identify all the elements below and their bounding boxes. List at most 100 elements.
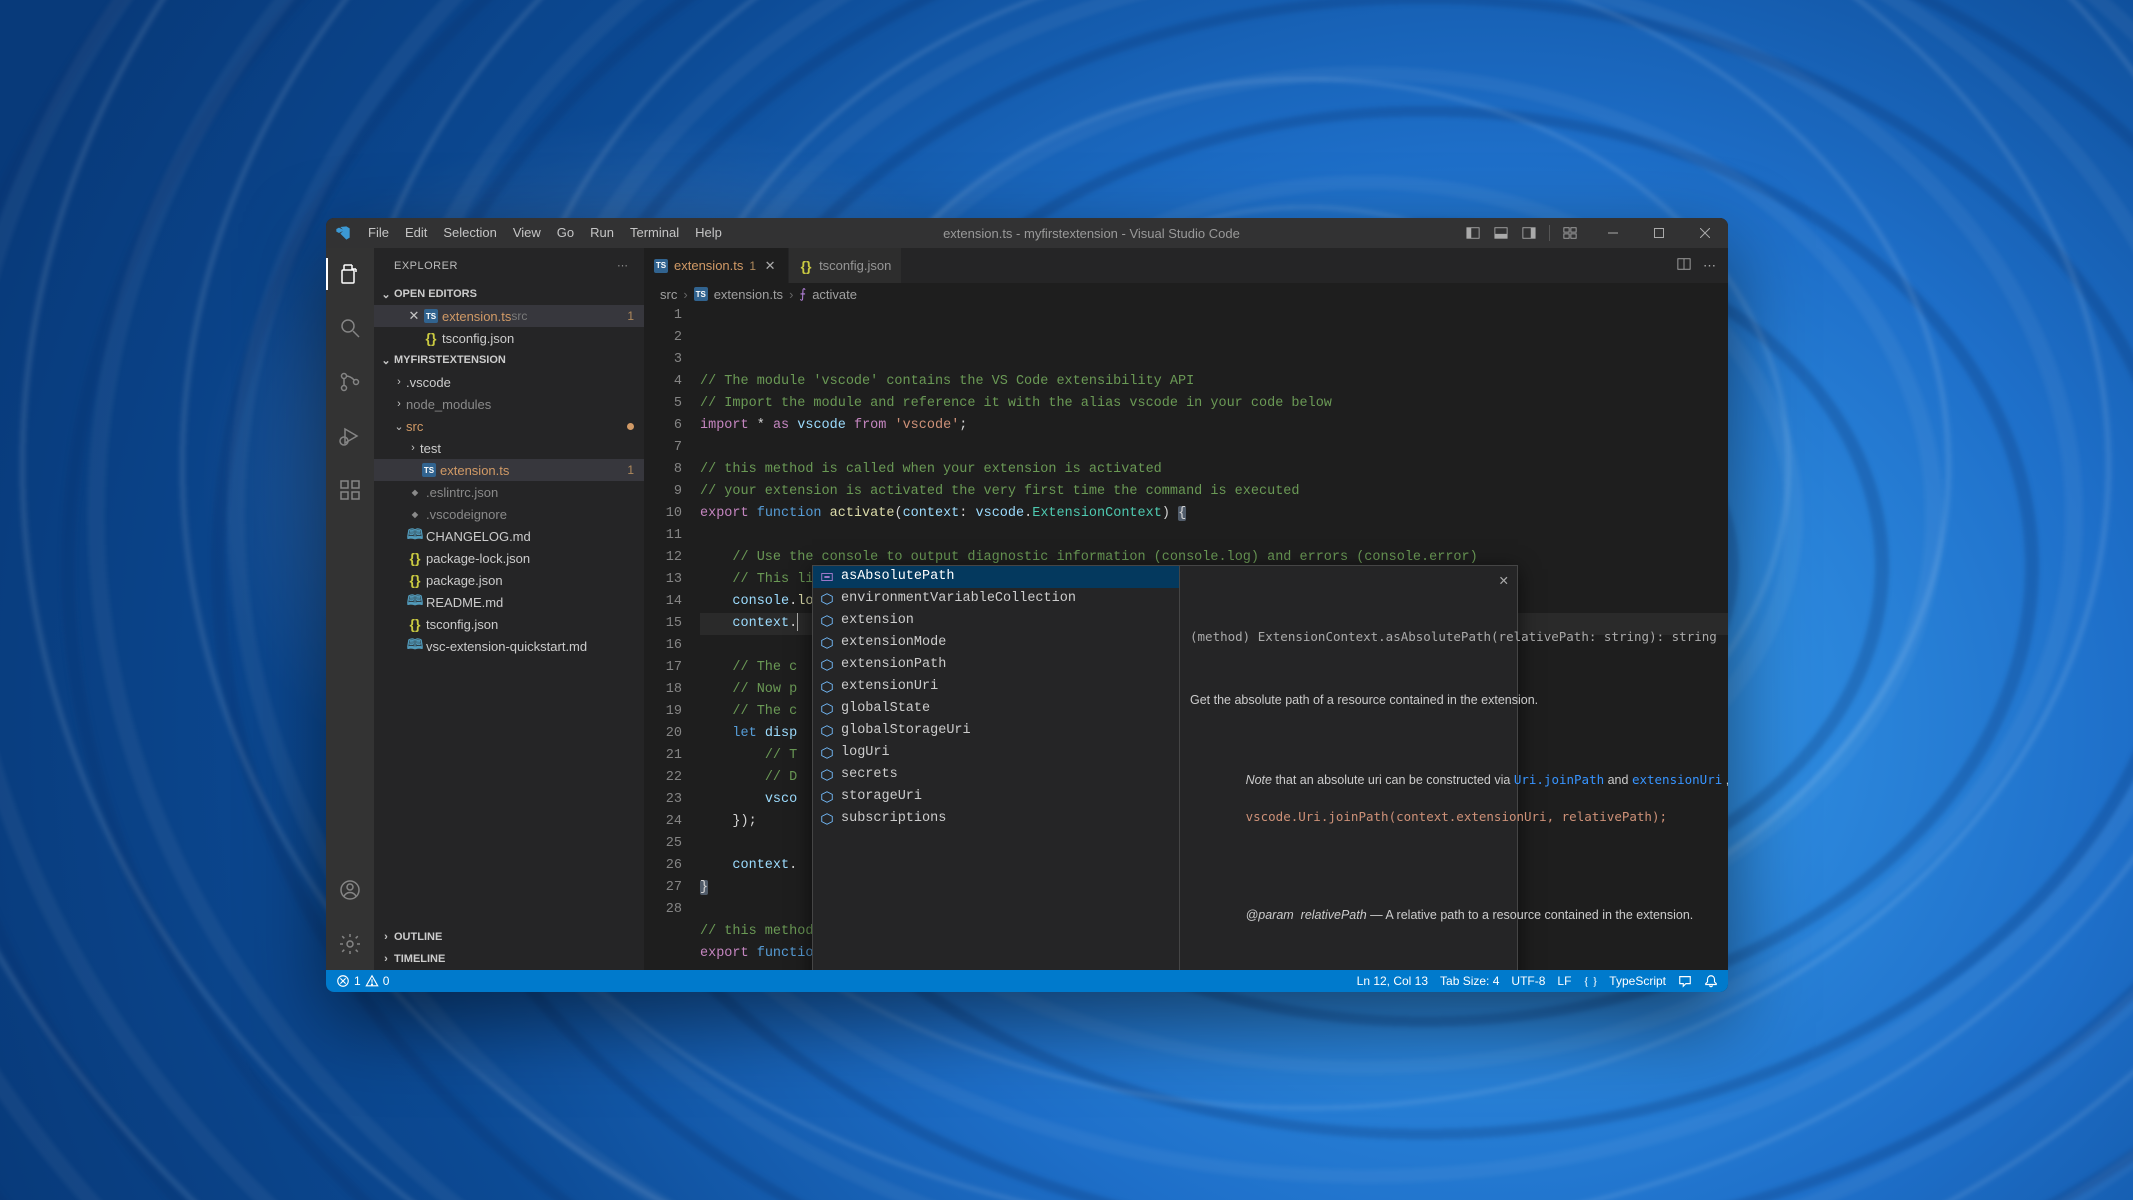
suggestion-item[interactable]: extensionPath: [813, 654, 1179, 676]
file-item[interactable]: {}package-lock.json: [374, 547, 644, 569]
close-tab-icon[interactable]: ✕: [762, 258, 778, 274]
json-file-icon: {}: [406, 573, 424, 587]
status-problems[interactable]: 1 0: [336, 974, 389, 988]
status-feedback-icon[interactable]: [1678, 974, 1692, 988]
code-line[interactable]: // your extension is activated the very …: [700, 481, 1728, 503]
breadcrumb-part[interactable]: src: [660, 287, 677, 302]
suggestion-item[interactable]: globalStorageUri: [813, 720, 1179, 742]
maximize-button[interactable]: [1636, 218, 1682, 248]
close-button[interactable]: [1682, 218, 1728, 248]
toggle-panel-icon[interactable]: [1491, 223, 1511, 243]
suggestion-item[interactable]: logUri: [813, 742, 1179, 764]
file-tree: ›.vscode›node_modules⌄src›testTSextensio…: [374, 371, 644, 926]
split-editor-icon[interactable]: [1677, 257, 1691, 274]
status-encoding[interactable]: UTF-8: [1511, 974, 1545, 988]
file-item[interactable]: ◆.vscodeignore: [374, 503, 644, 525]
code-content[interactable]: // The module 'vscode' contains the VS C…: [700, 305, 1728, 970]
breadcrumb-part[interactable]: activate: [812, 287, 857, 302]
code-editor[interactable]: 1234567891011121314151617181920212223242…: [644, 305, 1728, 970]
file-item[interactable]: {}package.json: [374, 569, 644, 591]
folder-item[interactable]: ⌄src: [374, 415, 644, 437]
toggle-primary-sidebar-icon[interactable]: [1463, 223, 1483, 243]
code-line[interactable]: export function activate(context: vscode…: [700, 503, 1728, 525]
menu-selection[interactable]: Selection: [435, 218, 504, 248]
property-icon: [819, 811, 835, 827]
breadcrumb-part[interactable]: extension.ts: [714, 287, 783, 302]
menu-edit[interactable]: Edit: [397, 218, 435, 248]
open-editor-item[interactable]: {}tsconfig.json: [374, 327, 644, 349]
open-editors-header[interactable]: ⌄ OPEN EDITORS: [374, 283, 644, 305]
breadcrumb[interactable]: src › TS extension.ts › ⨍ activate: [644, 283, 1728, 305]
doc-summary: Get the absolute path of a resource cont…: [1190, 691, 1507, 709]
toggle-secondary-sidebar-icon[interactable]: [1519, 223, 1539, 243]
extensions-activity-icon[interactable]: [326, 470, 374, 510]
property-icon: [819, 789, 835, 805]
file-item[interactable]: 🕮README.md: [374, 591, 644, 613]
status-cursor-position[interactable]: Ln 12, Col 13: [1357, 974, 1428, 988]
settings-activity-icon[interactable]: [326, 924, 374, 964]
customize-layout-icon[interactable]: [1560, 223, 1580, 243]
menu-file[interactable]: File: [360, 218, 397, 248]
search-activity-icon[interactable]: [326, 308, 374, 348]
code-line[interactable]: [700, 437, 1728, 459]
code-line[interactable]: import * as vscode from 'vscode';: [700, 415, 1728, 437]
suggestion-item[interactable]: storageUri: [813, 786, 1179, 808]
property-icon: [819, 679, 835, 695]
folder-item[interactable]: ›node_modules: [374, 393, 644, 415]
code-line[interactable]: // this method is called when your exten…: [700, 459, 1728, 481]
title-bar: FileEditSelectionViewGoRunTerminalHelp e…: [326, 218, 1728, 248]
source-control-activity-icon[interactable]: [326, 362, 374, 402]
status-bell-icon[interactable]: [1704, 974, 1718, 988]
suggestion-item[interactable]: subscriptions: [813, 808, 1179, 830]
chevron-down-icon: ⌄: [378, 288, 394, 301]
outline-header[interactable]: › OUTLINE: [374, 926, 644, 948]
file-item[interactable]: {}tsconfig.json: [374, 613, 644, 635]
file-item[interactable]: ◆.eslintrc.json: [374, 481, 644, 503]
suggestion-item[interactable]: extensionMode: [813, 632, 1179, 654]
suggestion-item[interactable]: asAbsolutePath: [813, 566, 1179, 588]
menu-go[interactable]: Go: [549, 218, 582, 248]
suggestion-item[interactable]: extension: [813, 610, 1179, 632]
code-line[interactable]: // Import the module and reference it wi…: [700, 393, 1728, 415]
close-doc-icon[interactable]: ✕: [1499, 572, 1509, 590]
intellisense-popup: asAbsolutePathenvironmentVariableCollect…: [812, 565, 1518, 970]
project-header[interactable]: ⌄ MYFIRSTEXTENSION: [374, 349, 644, 371]
suggestion-item[interactable]: secrets: [813, 764, 1179, 786]
status-language[interactable]: { } TypeScript: [1583, 974, 1666, 989]
suggestion-item[interactable]: extensionUri: [813, 676, 1179, 698]
menu-run[interactable]: Run: [582, 218, 622, 248]
menu-terminal[interactable]: Terminal: [622, 218, 687, 248]
menu-view[interactable]: View: [505, 218, 549, 248]
editor-more-icon[interactable]: ⋯: [1703, 258, 1716, 274]
folder-item[interactable]: ›test: [374, 437, 644, 459]
sidebar-more-icon[interactable]: ⋯: [617, 259, 630, 272]
editor-tab[interactable]: {}tsconfig.json: [789, 248, 902, 283]
editor-tabs: TSextension.ts1✕{}tsconfig.json ⋯: [644, 248, 1728, 283]
minimize-button[interactable]: [1590, 218, 1636, 248]
json-file-icon: {}: [799, 259, 813, 273]
run-debug-activity-icon[interactable]: [326, 416, 374, 456]
close-editor-icon[interactable]: ✕: [406, 308, 422, 324]
property-icon: [819, 701, 835, 717]
ts-file-icon: TS: [422, 309, 440, 323]
chevron-right-icon: ›: [406, 442, 420, 454]
file-item[interactable]: TSextension.ts1: [374, 459, 644, 481]
ts-file-icon: TS: [654, 259, 668, 273]
file-item[interactable]: 🕮CHANGELOG.md: [374, 525, 644, 547]
explorer-activity-icon[interactable]: [326, 254, 374, 294]
code-line[interactable]: [700, 525, 1728, 547]
status-tab-size[interactable]: Tab Size: 4: [1440, 974, 1499, 988]
suggestion-item[interactable]: environmentVariableCollection: [813, 588, 1179, 610]
timeline-header[interactable]: › TIMELINE: [374, 948, 644, 970]
suggestion-item[interactable]: globalState: [813, 698, 1179, 720]
status-eol[interactable]: LF: [1557, 974, 1571, 988]
editor-tab[interactable]: TSextension.ts1✕: [644, 248, 789, 283]
accounts-activity-icon[interactable]: [326, 870, 374, 910]
code-line[interactable]: // The module 'vscode' contains the VS C…: [700, 371, 1728, 393]
open-editor-item[interactable]: ✕TSextension.ts src1: [374, 305, 644, 327]
file-item[interactable]: 🕮vsc-extension-quickstart.md: [374, 635, 644, 657]
menu-help[interactable]: Help: [687, 218, 730, 248]
window-title: extension.ts - myfirstextension - Visual…: [730, 226, 1453, 241]
suggestion-list[interactable]: asAbsolutePathenvironmentVariableCollect…: [812, 565, 1180, 970]
folder-item[interactable]: ›.vscode: [374, 371, 644, 393]
